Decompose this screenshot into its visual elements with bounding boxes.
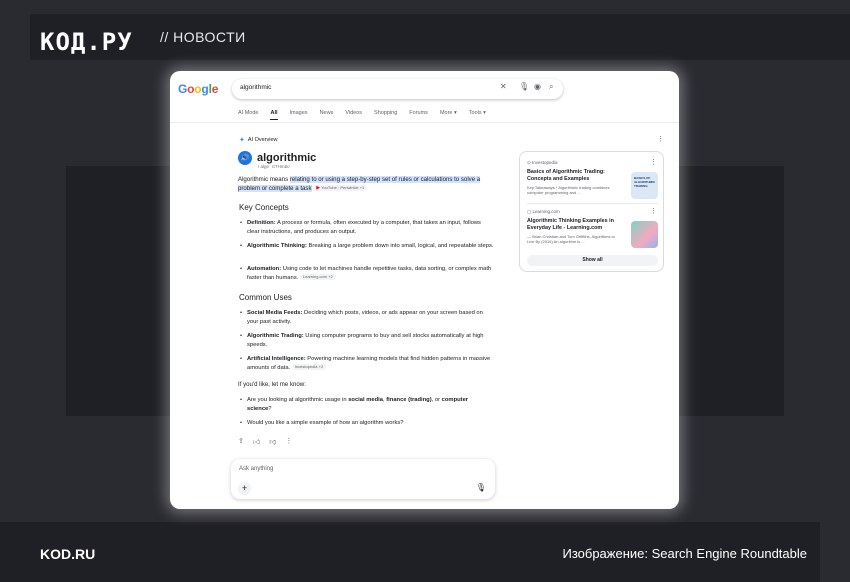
term-title: algorithmic bbox=[257, 152, 317, 164]
ai-overview-header: ✦ AI Overview bbox=[239, 137, 278, 144]
pronunciation: / alge ˈrɪTHmɪk/ bbox=[258, 164, 290, 169]
source-card[interactable]: ⊙ Investopedia Basics of Algorithmic Tra… bbox=[527, 160, 658, 199]
source-site: ▢ Learning.com bbox=[527, 209, 560, 214]
speaker-icon[interactable]: 🔊 bbox=[238, 151, 252, 165]
more-options-icon[interactable]: ⋮ bbox=[650, 207, 657, 215]
common-uses-heading: Common Uses bbox=[239, 293, 292, 302]
mic-icon[interactable]: 🎙 bbox=[476, 483, 486, 492]
source-chip[interactable]: Learning.com +2 bbox=[299, 274, 336, 281]
more-options-icon[interactable]: ⋮ bbox=[657, 135, 664, 143]
list-item: Algorithmic Trading: Using computer prog… bbox=[239, 332, 494, 350]
more-options-icon[interactable]: ⋮ bbox=[285, 437, 292, 446]
source-snippet: Key Takeaways * Algorithmic trading comb… bbox=[527, 185, 610, 195]
section-label[interactable]: // НОВОСТИ bbox=[160, 29, 246, 45]
list-item: Definition: A process or formula, often … bbox=[239, 219, 494, 237]
source-card[interactable]: ▢ Learning.com Algorithmic Thinking Exam… bbox=[527, 209, 658, 248]
tab-forums[interactable]: Forums bbox=[409, 110, 428, 120]
clear-icon[interactable]: ✕ bbox=[500, 83, 507, 91]
footer-site[interactable]: KOD.RU bbox=[40, 546, 95, 562]
list-item: Artificial Intelligence: Powering machin… bbox=[239, 355, 494, 373]
ask-placeholder: Ask anything bbox=[239, 466, 274, 472]
header-bar bbox=[30, 14, 850, 60]
mic-icon[interactable]: 🎙 bbox=[519, 83, 529, 91]
site-logo[interactable]: КОД.РУ bbox=[40, 28, 133, 56]
source-snippet: — Brian Christian and Tom Griffiths, Alg… bbox=[527, 234, 615, 244]
tab-shopping[interactable]: Shopping bbox=[374, 110, 397, 120]
tab-news[interactable]: News bbox=[320, 110, 334, 120]
search-icon[interactable]: ⌕ bbox=[549, 83, 553, 91]
image-credit: Изображение: Search Engine Roundtable bbox=[562, 546, 807, 561]
google-screenshot: Google algorithmic ✕ 🎙 ◉ ⌕ AI Mode All I… bbox=[170, 71, 679, 509]
tabs-divider bbox=[170, 122, 679, 123]
source-title[interactable]: Algorithmic Thinking Examples in Everyda… bbox=[527, 218, 627, 232]
more-options-icon[interactable]: ⋮ bbox=[650, 158, 657, 166]
lens-icon[interactable]: ◉ bbox=[534, 83, 541, 91]
ask-input[interactable]: Ask anything + 🎙 bbox=[231, 459, 495, 499]
search-tabs: AI Mode All Images News Videos Shopping … bbox=[238, 110, 498, 120]
feedback-actions: ⇪ 👍︎ 👎︎ ⋮ bbox=[238, 437, 292, 446]
search-input[interactable]: algorithmic ✕ 🎙 ◉ ⌕ bbox=[232, 79, 563, 99]
followup-intro: If you'd like, let me know: bbox=[238, 381, 306, 388]
source-site: ⊙ Investopedia bbox=[527, 160, 558, 165]
source-chip[interactable]: Investopedia +2 bbox=[291, 364, 327, 371]
list-item: Would you like a simple example of how a… bbox=[239, 419, 494, 428]
source-title[interactable]: Basics of Algorithmic Trading: Concepts … bbox=[527, 169, 627, 183]
sources-panel: ⊙ Investopedia Basics of Algorithmic Tra… bbox=[519, 151, 664, 272]
tab-more[interactable]: More ▾ bbox=[440, 110, 457, 120]
list-item: Automation: Using code to let machines h… bbox=[239, 265, 494, 283]
share-icon[interactable]: ⇪ bbox=[238, 437, 244, 446]
term-header: 🔊 algorithmic bbox=[238, 151, 316, 165]
tab-all[interactable]: All bbox=[270, 110, 278, 120]
key-concepts-heading: Key Concepts bbox=[239, 203, 289, 212]
thumbs-down-icon[interactable]: 👎︎ bbox=[269, 437, 276, 446]
tab-images[interactable]: Images bbox=[290, 110, 308, 120]
add-icon[interactable]: + bbox=[238, 482, 251, 495]
source-chip[interactable]: ▶ YouTube · Periwinkle +1 bbox=[313, 185, 368, 192]
definition: Algorithmic means relating to or using a… bbox=[238, 176, 481, 192]
source-thumbnail[interactable] bbox=[631, 221, 658, 248]
tab-tools[interactable]: Tools ▾ bbox=[469, 110, 486, 120]
source-thumbnail[interactable]: BASICS OF ALGORITHMIC TRADING bbox=[631, 172, 658, 199]
source-divider bbox=[527, 203, 658, 204]
background-block-left bbox=[66, 166, 176, 416]
list-item: Algorithmic Thinking: Breaking a large p… bbox=[239, 242, 494, 251]
tab-videos[interactable]: Videos bbox=[345, 110, 362, 120]
show-all-button[interactable]: Show all bbox=[527, 255, 658, 266]
list-item: Are you looking at algorithmic usage in … bbox=[239, 396, 494, 414]
sparkle-icon: ✦ bbox=[239, 137, 245, 144]
google-logo[interactable]: Google bbox=[178, 82, 218, 96]
list-item: Social Media Feeds: Deciding which posts… bbox=[239, 309, 494, 327]
background-block-right bbox=[676, 166, 784, 416]
search-query: algorithmic bbox=[240, 84, 272, 91]
tab-ai-mode[interactable]: AI Mode bbox=[238, 110, 258, 120]
thumbs-up-icon[interactable]: 👍︎ bbox=[253, 437, 260, 446]
